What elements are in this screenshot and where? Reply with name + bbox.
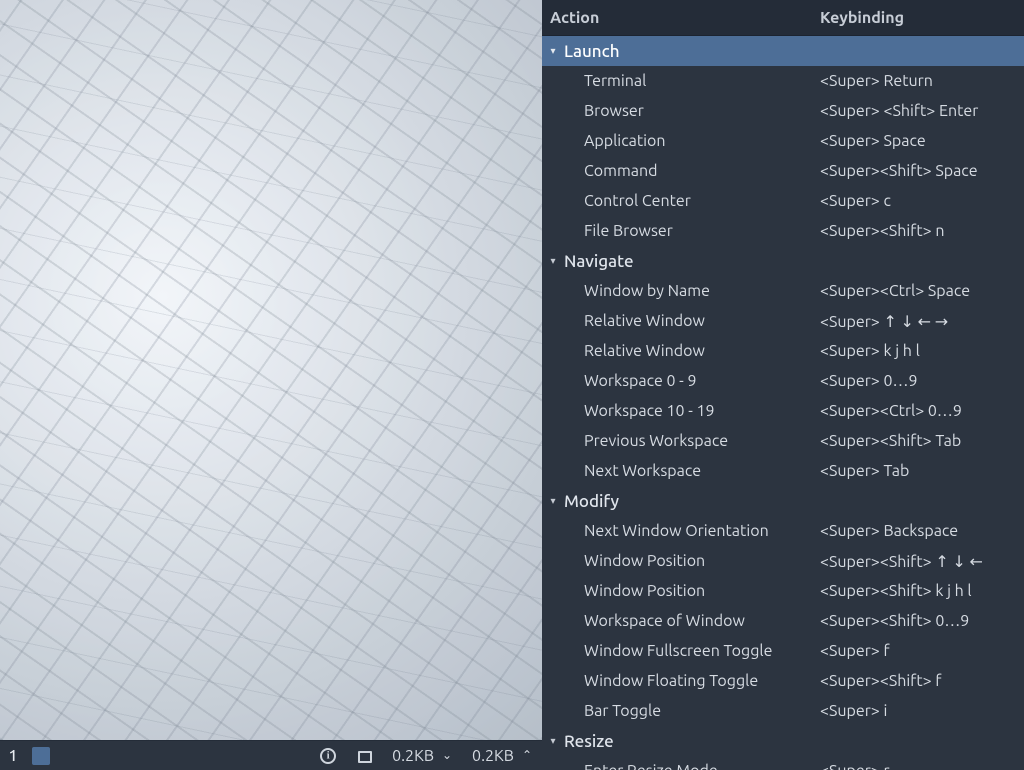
net-down-value: 0.2KB [392,747,434,765]
keybinding-label: <Super> 0…9 [820,372,1024,390]
keybinding-label: <Super> Backspace [820,522,1024,540]
action-label: Window Fullscreen Toggle [542,642,820,660]
keybinding-row[interactable]: Workspace of Window<Super><Shift> 0…9 [542,606,1024,636]
keybinding-label: <Super><Shift> Tab [820,432,1024,450]
keybinding-label: <Super> k j h l [820,342,1024,360]
info-button[interactable] [310,741,346,770]
action-label: Previous Workspace [542,432,820,450]
keybinding-label: <Super><Ctrl> 0…9 [820,402,1024,420]
keybinding-rows: ▾LaunchTerminal<Super> ReturnBrowser<Sup… [542,36,1024,770]
group-row[interactable]: ▾ Modify [542,486,1024,516]
keybinding-row[interactable]: Next Window Orientation<Super> Backspace [542,516,1024,546]
keybinding-label: <Super> r [820,762,1024,770]
action-label: Relative Window [542,312,820,330]
keybinding-row[interactable]: Next Workspace<Super> Tab [542,456,1024,486]
keybinding-row[interactable]: Relative Window<Super> k j h l [542,336,1024,366]
action-label: Terminal [542,72,820,90]
action-label: Relative Window [542,342,820,360]
keybinding-label: <Super> f [820,642,1024,660]
group-row[interactable]: ▾ Navigate [542,246,1024,276]
keybinding-row[interactable]: Bar Toggle<Super> i [542,696,1024,726]
keybinding-label: <Super> c [820,192,1024,210]
keybinding-row[interactable]: Workspace 10 - 19<Super><Ctrl> 0…9 [542,396,1024,426]
network-widget[interactable] [346,741,382,770]
group-label: Modify [564,492,619,511]
action-label: Application [542,132,820,150]
keybinding-row[interactable]: Window Position<Super><Shift> k j h l [542,576,1024,606]
keybinding-row[interactable]: Previous Workspace<Super><Shift> Tab [542,426,1024,456]
keybinding-label: <Super> <Shift> Enter [820,102,1024,120]
keybinding-label: <Super><Shift> f [820,672,1024,690]
keybinding-row[interactable]: Enter Resize Mode<Super> r [542,756,1024,770]
keybinding-row[interactable]: Control Center<Super> c [542,186,1024,216]
chevron-down-icon: ▾ [546,255,560,267]
keybinding-label: <Super> ↑ ↓ ← → [820,312,1024,331]
group-label: Launch [564,42,620,61]
workspace-indicator[interactable]: 1 [0,741,26,770]
keybinding-label: <Super> i [820,702,1024,720]
network-icon [356,749,372,763]
action-label: Workspace of Window [542,612,820,630]
action-label: Workspace 10 - 19 [542,402,820,420]
action-label: File Browser [542,222,820,240]
group-row[interactable]: ▾ Launch [542,36,1024,66]
action-label: Window Position [542,582,820,600]
keybinding-row[interactable]: Window by Name<Super><Ctrl> Space [542,276,1024,306]
keybinding-row[interactable]: Command<Super><Shift> Space [542,156,1024,186]
keybinding-label: <Super><Shift> Space [820,162,1024,180]
column-header-keybinding[interactable]: Keybinding [820,9,1024,27]
keybinding-label: <Super><Shift> 0…9 [820,612,1024,630]
action-label: Next Window Orientation [542,522,820,540]
keybinding-label: <Super> Return [820,72,1024,90]
keybinding-label: <Super><Ctrl> Space [820,282,1024,300]
keybinding-row[interactable]: Browser<Super> <Shift> Enter [542,96,1024,126]
keybinding-label: <Super> Tab [820,462,1024,480]
action-label: Next Workspace [542,462,820,480]
column-header-action[interactable]: Action [542,9,820,27]
action-label: Browser [542,102,820,120]
keybinding-label: <Super><Shift> k j h l [820,582,1024,600]
action-label: Workspace 0 - 9 [542,372,820,390]
group-row[interactable]: ▾ Resize [542,726,1024,756]
net-up-value: 0.2KB [472,747,514,765]
action-label: Window Floating Toggle [542,672,820,690]
chevron-down-icon: ▾ [546,495,560,507]
keybinding-label: <Super><Shift> ↑ ↓ ← [820,552,1024,571]
keybinding-row[interactable]: Window Floating Toggle<Super><Shift> f [542,666,1024,696]
desktop-wallpaper [0,0,542,740]
action-label: Window by Name [542,282,820,300]
net-down-widget[interactable]: 0.2KB ⌄ [382,741,462,770]
active-window-indicator[interactable] [32,747,50,765]
taskbar: 1 0.2KB ⌄ 0.2KB ⌃ [0,740,542,770]
chevron-down-icon: ▾ [546,45,560,57]
action-label: Control Center [542,192,820,210]
keybinding-label: <Super><Shift> n [820,222,1024,240]
action-label: Enter Resize Mode [542,762,820,770]
group-label: Navigate [564,252,634,271]
keybinding-row[interactable]: Application<Super> Space [542,126,1024,156]
group-label: Resize [564,732,614,751]
action-label: Command [542,162,820,180]
keybinding-label: <Super> Space [820,132,1024,150]
net-up-widget[interactable]: 0.2KB ⌃ [462,741,542,770]
panel-header: Action Keybinding [542,0,1024,36]
keybinding-row[interactable]: Terminal<Super> Return [542,66,1024,96]
chevron-down-icon: ⌄ [442,750,452,762]
keybinding-row[interactable]: Window Position<Super><Shift> ↑ ↓ ← [542,546,1024,576]
chevron-down-icon: ▾ [546,735,560,747]
action-label: Bar Toggle [542,702,820,720]
keybinding-row[interactable]: Workspace 0 - 9<Super> 0…9 [542,366,1024,396]
info-icon [320,748,336,764]
action-label: Window Position [542,552,820,570]
keybindings-panel: Action Keybinding ▾LaunchTerminal<Super>… [542,0,1024,770]
keybinding-row[interactable]: Window Fullscreen Toggle<Super> f [542,636,1024,666]
keybinding-row[interactable]: File Browser<Super><Shift> n [542,216,1024,246]
keybinding-row[interactable]: Relative Window<Super> ↑ ↓ ← → [542,306,1024,336]
chevron-up-icon: ⌃ [522,750,532,762]
